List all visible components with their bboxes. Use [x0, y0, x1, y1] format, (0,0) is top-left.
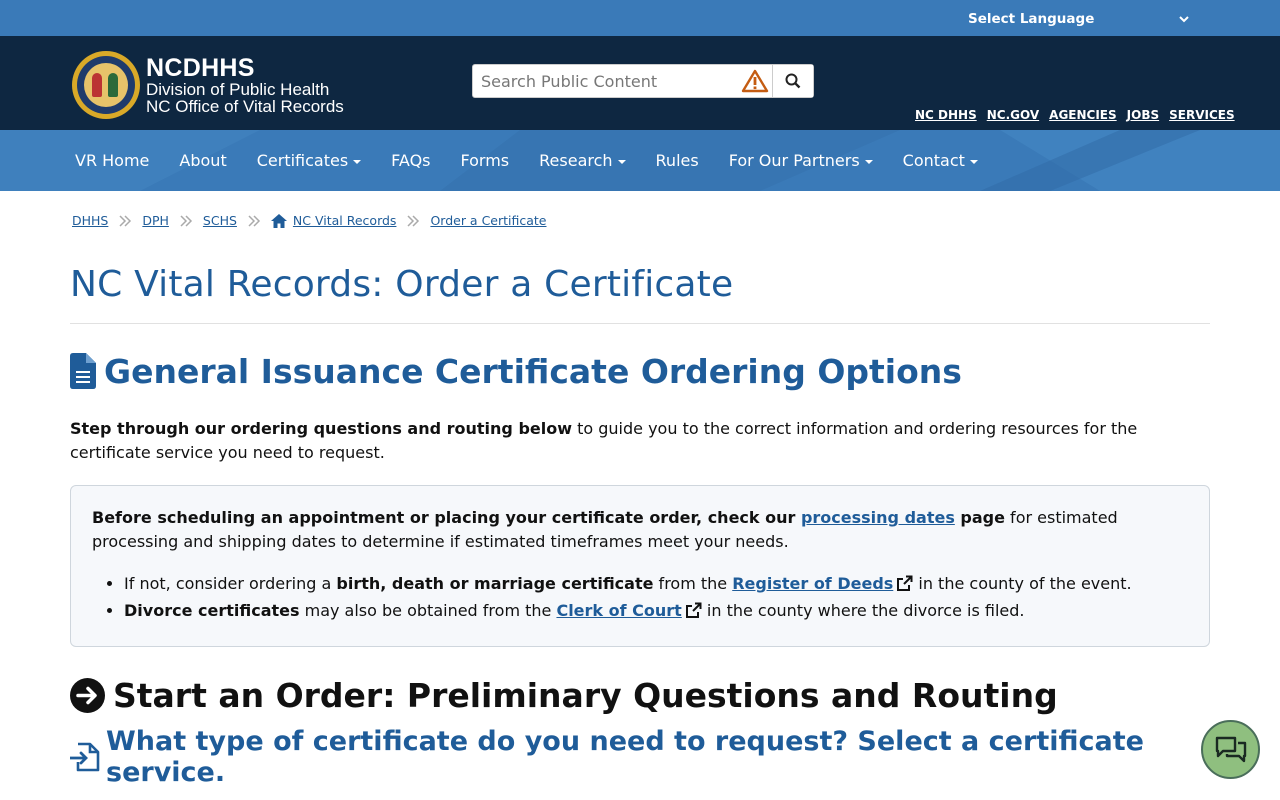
- title-divider: [70, 323, 1210, 324]
- search-input[interactable]: [473, 65, 738, 97]
- list-item: Divorce certificates may also be obtaine…: [124, 599, 1188, 626]
- logo-title: NCDHHS: [146, 54, 255, 82]
- site-header: NCDHHS Division of Public Health NC Offi…: [0, 36, 1280, 130]
- logo-subtitle-2: NC Office of Vital Records: [146, 97, 344, 116]
- nav-about[interactable]: About: [164, 151, 241, 170]
- search-button[interactable]: [772, 65, 813, 97]
- utility-links: NC DHHS NC.GOV AGENCIES JOBS SERVICES: [915, 108, 1235, 122]
- language-select-label: Select Language: [968, 11, 1095, 27]
- util-link-agencies[interactable]: AGENCIES: [1049, 108, 1117, 122]
- chat-button[interactable]: [1201, 720, 1260, 779]
- search-icon: [785, 73, 801, 89]
- chat-bubbles-icon: [1215, 736, 1246, 762]
- search-box: [472, 64, 814, 98]
- chevron-double-right-icon: [406, 214, 420, 227]
- main-content: NC Vital Records: Order a Certificate Ge…: [70, 262, 1210, 788]
- nav-faqs[interactable]: FAQs: [376, 151, 445, 170]
- arrow-circle-right-icon: [70, 677, 105, 713]
- section-start-order-heading: Start an Order: Preliminary Questions an…: [70, 673, 1210, 717]
- home-icon: [270, 213, 287, 228]
- clerk-of-court-link[interactable]: Clerk of Court: [556, 601, 681, 620]
- document-icon: [70, 353, 96, 389]
- intro-paragraph: Step through our ordering questions and …: [70, 417, 1210, 465]
- breadcrumb-dph[interactable]: DPH: [142, 213, 169, 228]
- chevron-double-right-icon: [247, 214, 261, 227]
- state-seal-icon: [72, 51, 140, 119]
- caret-down-icon: [969, 159, 978, 164]
- nav-rules[interactable]: Rules: [641, 151, 714, 170]
- chevron-double-right-icon: [118, 214, 132, 227]
- ncdhhs-logo[interactable]: NCDHHS Division of Public Health NC Offi…: [72, 50, 362, 120]
- util-link-nc-dhhs[interactable]: NC DHHS: [915, 108, 977, 122]
- nav-vr-home[interactable]: VR Home: [60, 151, 164, 170]
- caret-down-icon: [617, 159, 626, 164]
- section-general-issuance-heading: General Issuance Certificate Ordering Op…: [70, 350, 1210, 392]
- main-nav: VR Home About Certificates FAQs Forms Re…: [0, 130, 1280, 191]
- processing-callout: Before scheduling an appointment or plac…: [70, 485, 1210, 647]
- list-item: If not, consider ordering a birth, death…: [124, 572, 1188, 599]
- chevron-double-right-icon: [179, 214, 193, 227]
- page-title: NC Vital Records: Order a Certificate: [70, 264, 734, 305]
- register-of-deeds-link[interactable]: Register of Deeds: [732, 574, 893, 593]
- callout-list: If not, consider ordering a birth, death…: [92, 572, 1188, 626]
- warning-icon: [738, 65, 772, 97]
- nav-forms[interactable]: Forms: [446, 151, 525, 170]
- external-link-icon: [685, 602, 702, 626]
- chevron-down-icon: [1178, 13, 1190, 25]
- nav-contact[interactable]: Contact: [888, 151, 993, 170]
- logo-subtitle-1: Division of Public Health: [146, 80, 330, 99]
- breadcrumb-order-a-certificate[interactable]: Order a Certificate: [430, 213, 546, 228]
- caret-down-icon: [353, 159, 362, 164]
- breadcrumb-nc-vital-records[interactable]: NC Vital Records: [293, 213, 397, 228]
- nav-research[interactable]: Research: [524, 151, 640, 170]
- util-link-nc-gov[interactable]: NC.GOV: [987, 108, 1039, 122]
- callout-paragraph: Before scheduling an appointment or plac…: [92, 508, 1118, 551]
- language-select[interactable]: Select Language: [968, 9, 1190, 29]
- caret-down-icon: [864, 159, 873, 164]
- language-bar: Select Language: [0, 0, 1280, 36]
- section-certificate-type-heading: What type of certificate do you need to …: [70, 726, 1210, 788]
- external-link-icon: [896, 575, 913, 599]
- intro-bold: Step through our ordering questions and …: [70, 419, 573, 438]
- file-import-icon: [70, 742, 100, 772]
- util-link-jobs[interactable]: JOBS: [1127, 108, 1159, 122]
- breadcrumb-dhhs[interactable]: DHHS: [72, 213, 108, 228]
- util-link-services[interactable]: SERVICES: [1169, 108, 1234, 122]
- nav-for-our-partners[interactable]: For Our Partners: [714, 151, 888, 170]
- nav-certificates[interactable]: Certificates: [242, 151, 376, 170]
- breadcrumb-schs[interactable]: SCHS: [203, 213, 237, 228]
- processing-dates-link[interactable]: processing dates: [801, 508, 955, 527]
- breadcrumb: DHHS DPH SCHS NC Vital Records Order a C…: [72, 213, 547, 228]
